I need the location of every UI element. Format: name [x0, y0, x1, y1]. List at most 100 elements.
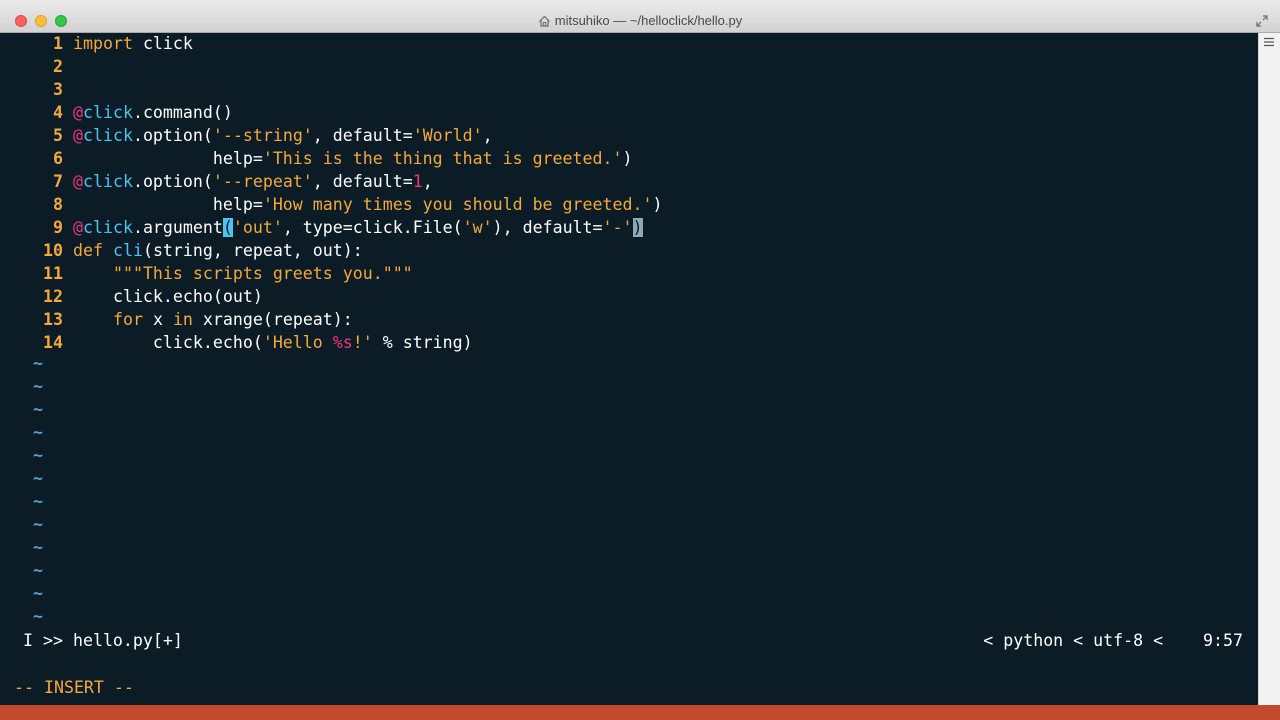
terminal-window: mitsuhiko — ~/helloclick/hello.py 1 impor…: [0, 0, 1280, 705]
status-line: I >> hello.py[+] < python < utf-8 < 9:57: [8, 629, 1258, 653]
status-left: I >> hello.py[+]: [23, 629, 183, 653]
line-number: 9: [53, 218, 63, 237]
code-token: , default=: [312, 172, 413, 191]
line-number: 8: [53, 195, 63, 214]
code-token: click: [83, 172, 133, 191]
line-number: 1: [53, 34, 63, 53]
code-line[interactable]: 12 click.echo(out): [8, 285, 1258, 308]
code-token: , default=: [312, 126, 413, 145]
line-number: 13: [43, 310, 63, 329]
empty-line-marker: ~: [33, 515, 43, 534]
code-token: click.echo(: [73, 333, 263, 352]
code-token: , type=click.File(: [282, 218, 463, 237]
file-info: < python < utf-8 < 9:57: [983, 631, 1243, 650]
line-number: 10: [43, 241, 63, 260]
code-line[interactable]: 11 """This scripts greets you.""": [8, 262, 1258, 285]
home-icon: [538, 15, 550, 27]
code-token: click: [83, 103, 133, 122]
line-number: 4: [53, 103, 63, 122]
empty-line-marker: ~: [33, 538, 43, 557]
text-cursor: ): [632, 218, 643, 237]
code-token: ), default=: [492, 218, 603, 237]
code-token: @: [73, 103, 83, 122]
window-title: mitsuhiko — ~/helloclick/hello.py: [554, 13, 743, 28]
line-number: 6: [53, 149, 63, 168]
empty-line-marker: ~: [33, 584, 43, 603]
code-token: % string): [372, 333, 473, 352]
empty-line-marker: ~: [33, 469, 43, 488]
code-token: for: [112, 310, 143, 329]
status-separator: >>: [33, 631, 73, 650]
code-line[interactable]: 2: [8, 55, 1258, 78]
insert-mode-message: -- INSERT --: [14, 678, 134, 697]
empty-line-marker: ~: [33, 377, 43, 396]
editor-buffer[interactable]: 1 import click 2 3 4 @click.command() 5 @cl…: [8, 32, 1258, 632]
code-token: %s: [332, 333, 353, 352]
empty-line-marker: ~: [33, 446, 43, 465]
empty-line-marker: ~: [33, 423, 43, 442]
code-token: in: [172, 310, 193, 329]
code-line[interactable]: 9 @click.argument('out', type=click.File(…: [8, 216, 1258, 239]
code-token: @: [73, 172, 83, 191]
line-number: 5: [53, 126, 63, 145]
code-token: '--repeat': [212, 172, 313, 191]
code-line[interactable]: 3: [8, 78, 1258, 101]
title-bar[interactable]: mitsuhiko — ~/helloclick/hello.py: [0, 0, 1280, 33]
code-token: '--string': [212, 126, 313, 145]
code-line[interactable]: 7 @click.option('--repeat', default=1,: [8, 170, 1258, 193]
code-token: (string, repeat, out):: [142, 241, 363, 260]
fullscreen-icon[interactable]: [1256, 15, 1268, 27]
code-token: @: [73, 218, 83, 237]
code-token: click: [83, 218, 133, 237]
code-line[interactable]: 5 @click.option('--string', default='Worl…: [8, 124, 1258, 147]
file-name: hello.py[+]: [72, 631, 183, 650]
code-token: 'How many times you should be greeted.': [262, 195, 653, 214]
code-token: xrange(repeat):: [192, 310, 353, 329]
empty-line-marker: ~: [33, 561, 43, 580]
code-token: ): [652, 195, 663, 214]
matched-paren: (: [222, 218, 233, 237]
empty-line-marker: ~: [33, 492, 43, 511]
code-token: 'Hello: [262, 333, 333, 352]
code-token: click: [132, 34, 193, 53]
code-line[interactable]: 8 help='How many times you should be gre…: [8, 193, 1258, 216]
code-token: 'out': [232, 218, 283, 237]
code-line[interactable]: 1 import click: [8, 32, 1258, 55]
scroll-menu-icon[interactable]: [1263, 37, 1275, 47]
code-line[interactable]: 6 help='This is the thing that is greete…: [8, 147, 1258, 170]
scrollbar[interactable]: [1258, 33, 1280, 705]
code-token: '-': [602, 218, 633, 237]
code-token: .option(: [132, 172, 213, 191]
code-token: x: [142, 310, 173, 329]
code-token: click.echo(out): [73, 287, 263, 306]
code-line[interactable]: 13 for x in xrange(repeat):: [8, 308, 1258, 331]
code-token: .command(): [132, 103, 233, 122]
empty-line-marker: ~: [33, 400, 43, 419]
code-token: """This scripts greets you.""": [112, 264, 413, 283]
empty-line-marker: ~: [33, 607, 43, 626]
code-token: 'This is the thing that is greeted.': [262, 149, 623, 168]
code-token: help=: [73, 149, 263, 168]
code-token: def: [73, 241, 103, 260]
code-token: ,: [482, 126, 493, 145]
mode-indicator: I: [23, 631, 33, 650]
code-line[interactable]: 4 @click.command(): [8, 101, 1258, 124]
code-token: 'w': [462, 218, 493, 237]
code-token: import: [73, 34, 133, 53]
code-token: .argument: [132, 218, 223, 237]
line-number: 11: [43, 264, 63, 283]
empty-line-marker: ~: [33, 354, 43, 373]
code-token: @: [73, 126, 83, 145]
line-number: 7: [53, 172, 63, 191]
code-token: 'World': [412, 126, 483, 145]
line-number: 12: [43, 287, 63, 306]
code-token: .option(: [132, 126, 213, 145]
code-token: !': [352, 333, 373, 352]
code-line[interactable]: 10 def cli(string, repeat, out):: [8, 239, 1258, 262]
line-number: 2: [53, 57, 63, 76]
line-number: 14: [43, 333, 63, 352]
code-line[interactable]: 14 click.echo('Hello %s!' % string): [8, 331, 1258, 354]
code-token: ): [622, 149, 633, 168]
